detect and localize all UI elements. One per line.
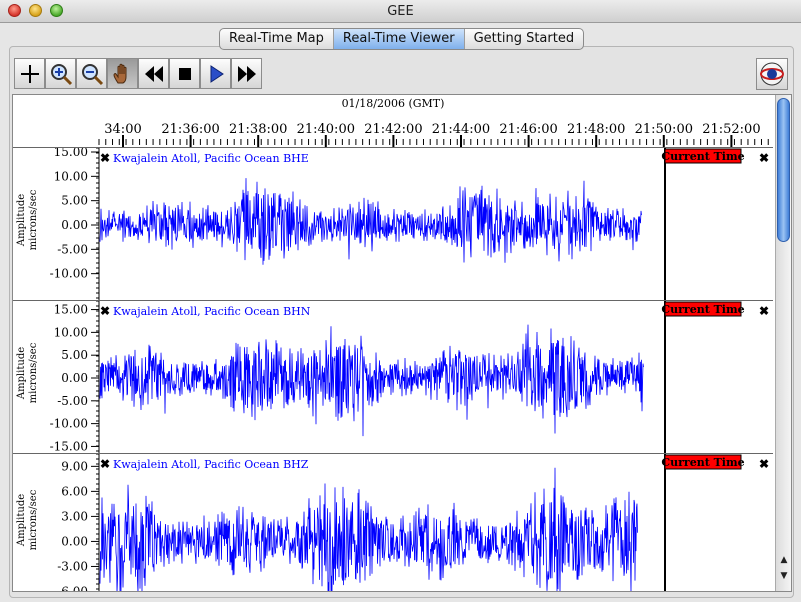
track-bhz: 9.00 6.00 3.00 0.00 -3.00 -6.00 Amplitude micro… bbox=[13, 453, 773, 592]
time-tick-label: 34:00 bbox=[104, 122, 141, 137]
close-track-icon[interactable]: ✖ bbox=[759, 304, 769, 318]
y-tick-label: -5.00 bbox=[57, 242, 88, 256]
hand-icon bbox=[112, 63, 126, 83]
time-tick-label: 21:50:00 bbox=[635, 122, 693, 137]
y-tick-label: 15.00 bbox=[54, 303, 88, 317]
track-bhn: 15.00 10.00 5.00 0.00 -5.00 -10.00 -15.00 Ampli… bbox=[13, 300, 773, 453]
y-tick-label: 5.00 bbox=[61, 348, 88, 362]
y-tick-label: -5.00 bbox=[57, 394, 88, 408]
seismogram-viewer: 01/18/2006 (GMT) 34:00 21:36:00 21:38:00 21… bbox=[12, 94, 792, 592]
title-bar: GEE bbox=[0, 0, 801, 23]
current-time-label: Current Time bbox=[661, 456, 744, 469]
toolbar bbox=[14, 58, 262, 90]
seismogram-trace bbox=[99, 324, 644, 437]
station-label: Kwajalein Atoll, Pacific Ocean BHN bbox=[113, 305, 311, 318]
zoom-out-icon bbox=[81, 63, 103, 85]
y-tick-label: 10.00 bbox=[54, 169, 88, 183]
usgs-logo-button[interactable] bbox=[756, 58, 788, 90]
app-window: GEE Real-Time Map Real-Time Viewer Getti… bbox=[0, 0, 801, 602]
seismogram-trace bbox=[99, 467, 638, 591]
tab-getting-started[interactable]: Getting Started bbox=[465, 29, 584, 49]
close-track-icon[interactable]: ✖ bbox=[759, 457, 769, 471]
remove-track-button[interactable]: ✖ bbox=[100, 457, 110, 471]
track-bhe: 15.00 10.00 5.00 0.00 -5.00 -10.00 Amplitude mi… bbox=[13, 145, 773, 300]
remove-track-button[interactable]: ✖ bbox=[100, 304, 110, 318]
y-axis-label: Amplitude bbox=[16, 494, 27, 547]
y-tick-label: 5.00 bbox=[61, 194, 88, 208]
remove-track-button[interactable]: ✖ bbox=[100, 151, 110, 165]
select-tool-button[interactable] bbox=[14, 58, 45, 89]
current-time-label: Current Time bbox=[661, 150, 744, 163]
close-track-icon[interactable]: ✖ bbox=[759, 151, 769, 165]
time-tick-label: 21:40:00 bbox=[297, 122, 355, 137]
tab-real-time-map[interactable]: Real-Time Map bbox=[220, 29, 334, 49]
play-icon bbox=[210, 64, 224, 83]
scroll-up-arrow[interactable]: ▲ bbox=[779, 555, 789, 565]
zoom-in-button[interactable] bbox=[45, 58, 76, 89]
play-button[interactable] bbox=[200, 58, 231, 89]
y-tick-label: -6.00 bbox=[57, 584, 88, 592]
y-axis-label: Amplitude bbox=[16, 194, 27, 247]
y-tick-label: 0.00 bbox=[61, 534, 88, 548]
y-tick-label: -3.00 bbox=[57, 559, 88, 573]
time-tick-label: 21:46:00 bbox=[499, 122, 557, 137]
y-axis-label: microns/sec bbox=[28, 489, 39, 550]
y-tick-label: 0.00 bbox=[61, 218, 88, 232]
y-tick-label: 6.00 bbox=[61, 484, 88, 498]
fast-forward-button[interactable] bbox=[231, 58, 262, 89]
tab-real-time-viewer[interactable]: Real-Time Viewer bbox=[333, 29, 465, 49]
time-axis-header: 01/18/2006 (GMT) 34:00 21:36:00 21:38:00 21… bbox=[13, 95, 773, 147]
y-tick-label: 9.00 bbox=[61, 459, 88, 473]
time-tick-label: 21:48:00 bbox=[567, 122, 625, 137]
seismogram-trace bbox=[99, 178, 642, 265]
zoom-in-icon bbox=[50, 63, 72, 85]
y-tick-label: -15.00 bbox=[50, 439, 88, 453]
time-tick-label: 21:52:00 bbox=[702, 122, 760, 137]
y-tick-label: 10.00 bbox=[54, 325, 88, 339]
stop-button[interactable] bbox=[169, 58, 200, 89]
y-axis-label: microns/sec bbox=[28, 342, 39, 403]
time-tick-label: 21:36:00 bbox=[161, 122, 219, 137]
fast-forward-icon bbox=[237, 65, 256, 82]
window-title: GEE bbox=[387, 4, 414, 19]
y-tick-label: 0.00 bbox=[61, 371, 88, 385]
globe-logo-icon bbox=[760, 62, 784, 86]
y-tick-label: 3.00 bbox=[61, 509, 88, 523]
scroll-down-arrow[interactable]: ▼ bbox=[779, 571, 789, 581]
y-tick-label: -10.00 bbox=[50, 417, 88, 431]
stop-icon bbox=[178, 67, 191, 80]
vertical-scrollbar[interactable]: ▲ ▼ bbox=[775, 95, 791, 591]
pan-tool-button[interactable] bbox=[107, 58, 138, 89]
time-tick-label: 21:44:00 bbox=[432, 122, 490, 137]
rewind-icon bbox=[144, 65, 163, 82]
scrollbar-thumb[interactable] bbox=[777, 98, 790, 242]
rewind-button[interactable] bbox=[138, 58, 169, 89]
y-axis-label: Amplitude bbox=[16, 347, 27, 400]
current-time-label: Current Time bbox=[661, 303, 744, 316]
y-tick-label: -10.00 bbox=[50, 267, 88, 281]
y-tick-label: 15.00 bbox=[54, 148, 88, 159]
y-axis-label: microns/sec bbox=[28, 189, 39, 250]
tab-bar: Real-Time Map Real-Time Viewer Getting S… bbox=[219, 28, 585, 50]
station-label: Kwajalein Atoll, Pacific Ocean BHE bbox=[113, 152, 309, 165]
station-label: Kwajalein Atoll, Pacific Ocean BHZ bbox=[113, 458, 309, 471]
time-tick-label: 21:42:00 bbox=[364, 122, 422, 137]
zoom-out-button[interactable] bbox=[76, 58, 107, 89]
time-tick-label: 21:38:00 bbox=[229, 122, 287, 137]
time-axis: 34:00 21:36:00 21:38:00 21:40:00 21:42:00 21:… bbox=[98, 122, 769, 147]
crosshair-icon bbox=[20, 64, 39, 83]
